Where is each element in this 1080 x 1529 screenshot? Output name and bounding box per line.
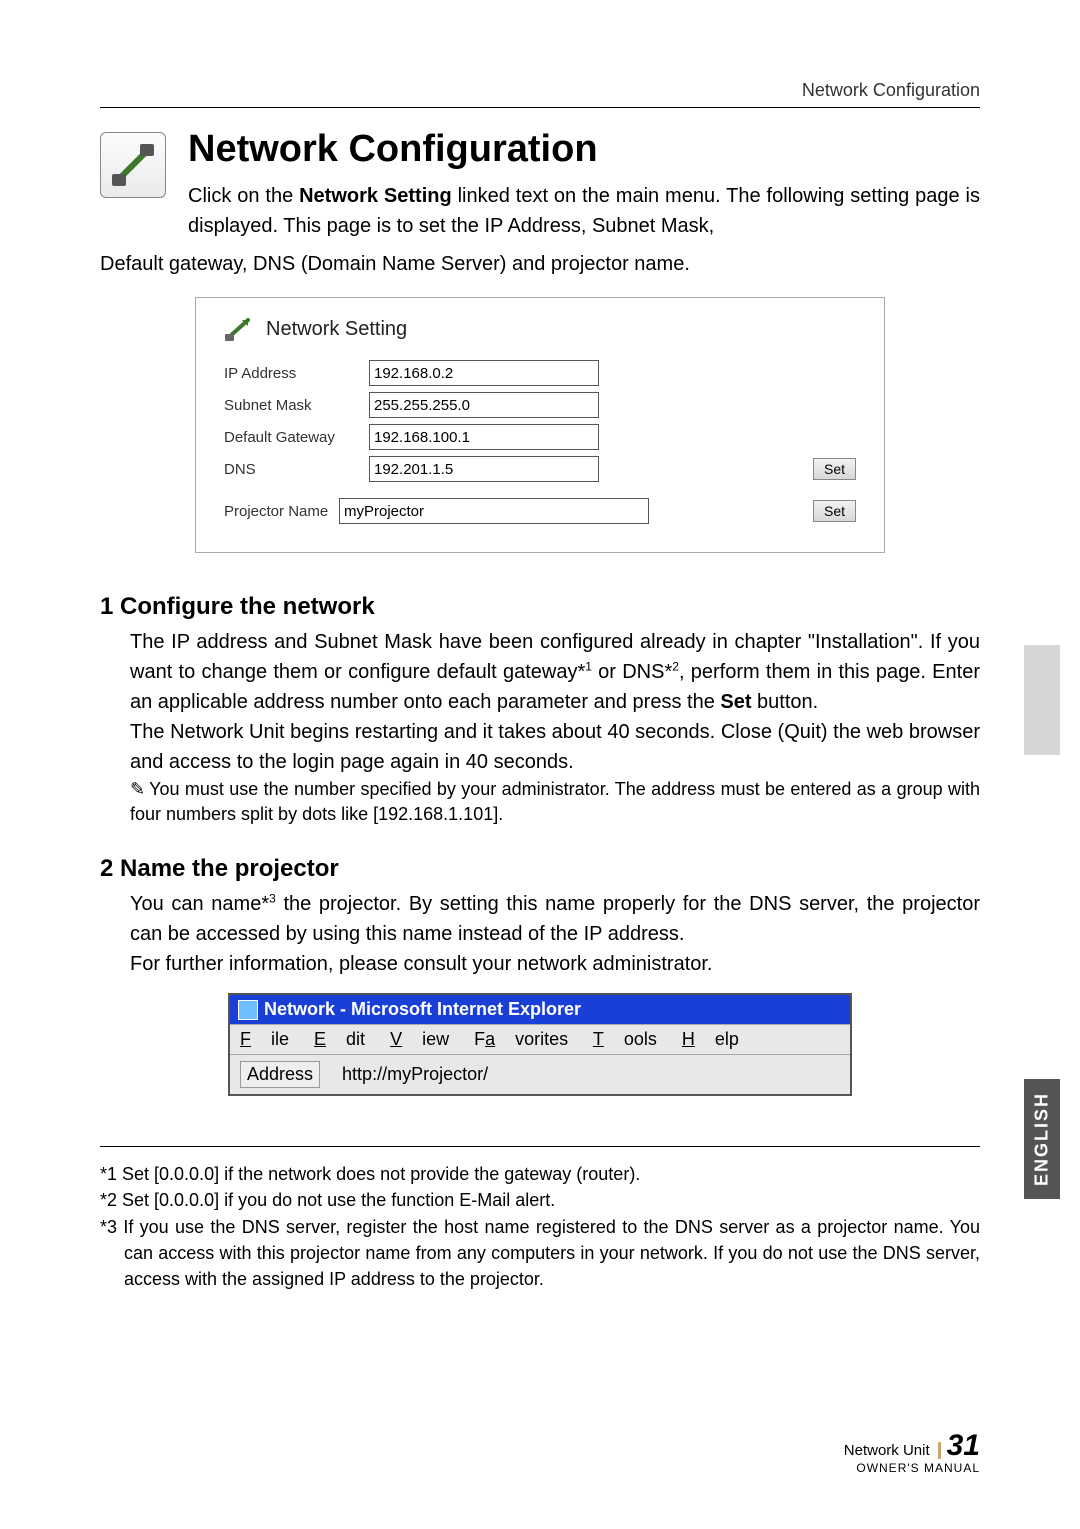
ie-icon	[238, 1000, 258, 1020]
address-url[interactable]: http://myProjector/	[342, 1064, 488, 1085]
language-tab: ENGLISH	[1024, 1079, 1060, 1199]
set-network-button[interactable]: Set	[813, 458, 856, 480]
address-label: Address	[240, 1061, 320, 1088]
network-setting-panel: Network Setting IP Address Subnet Mask D…	[195, 297, 885, 553]
intro-continuation: Default gateway, DNS (Domain Name Server…	[100, 249, 980, 279]
network-setting-icon	[224, 316, 252, 342]
footnote-2: *2 Set [0.0.0.0] if you do not use the f…	[100, 1187, 980, 1213]
menu-tools[interactable]: Tools	[593, 1029, 657, 1049]
section2-body: You can name*3 the projector. By setting…	[130, 889, 980, 949]
section1-body2: The Network Unit begins restarting and i…	[130, 717, 980, 777]
default-gateway-label: Default Gateway	[224, 429, 369, 446]
section1-heading: 1 Configure the network	[100, 593, 980, 621]
section1-note: ✎You must use the number specified by yo…	[130, 777, 980, 827]
network-config-icon	[100, 132, 166, 198]
menu-favorites[interactable]: Favorites	[474, 1029, 568, 1049]
header-breadcrumb: Network Configuration	[100, 80, 980, 108]
projector-name-label: Projector Name	[224, 503, 339, 520]
footnote-1: *1 Set [0.0.0.0] if the network does not…	[100, 1161, 980, 1187]
footnotes: *1 Set [0.0.0.0] if the network does not…	[100, 1146, 980, 1291]
ip-address-label: IP Address	[224, 365, 369, 382]
section2-body2: For further information, please consult …	[130, 949, 980, 979]
menu-view[interactable]: View	[390, 1029, 449, 1049]
menu-edit[interactable]: Edit	[314, 1029, 365, 1049]
set-projector-name-button[interactable]: Set	[813, 500, 856, 522]
page-title: Network Configuration	[188, 128, 980, 171]
browser-screenshot: Network - Microsoft Internet Explorer Fi…	[228, 993, 852, 1096]
browser-titlebar: Network - Microsoft Internet Explorer	[230, 995, 850, 1024]
page-footer: Network Unit31 OWNER'S MANUAL	[844, 1429, 980, 1475]
browser-menubar: File Edit View Favorites Tools Help	[230, 1024, 850, 1055]
section1-body: The IP address and Subnet Mask have been…	[130, 627, 980, 717]
ip-address-input[interactable]	[369, 360, 599, 386]
intro-text: Click on the Network Setting linked text…	[188, 181, 980, 241]
projector-name-input[interactable]	[339, 498, 649, 524]
menu-file[interactable]: File	[240, 1029, 289, 1049]
subnet-mask-label: Subnet Mask	[224, 397, 369, 414]
side-gray-bar	[1024, 645, 1060, 755]
default-gateway-input[interactable]	[369, 424, 599, 450]
section2-heading: 2 Name the projector	[100, 855, 980, 883]
dns-label: DNS	[224, 461, 369, 478]
panel-title: Network Setting	[266, 318, 407, 341]
footnote-3: *3 If you use the DNS server, register t…	[100, 1214, 980, 1292]
menu-help[interactable]: Help	[682, 1029, 739, 1049]
dns-input[interactable]	[369, 456, 599, 482]
subnet-mask-input[interactable]	[369, 392, 599, 418]
note-icon: ✎	[130, 777, 145, 802]
